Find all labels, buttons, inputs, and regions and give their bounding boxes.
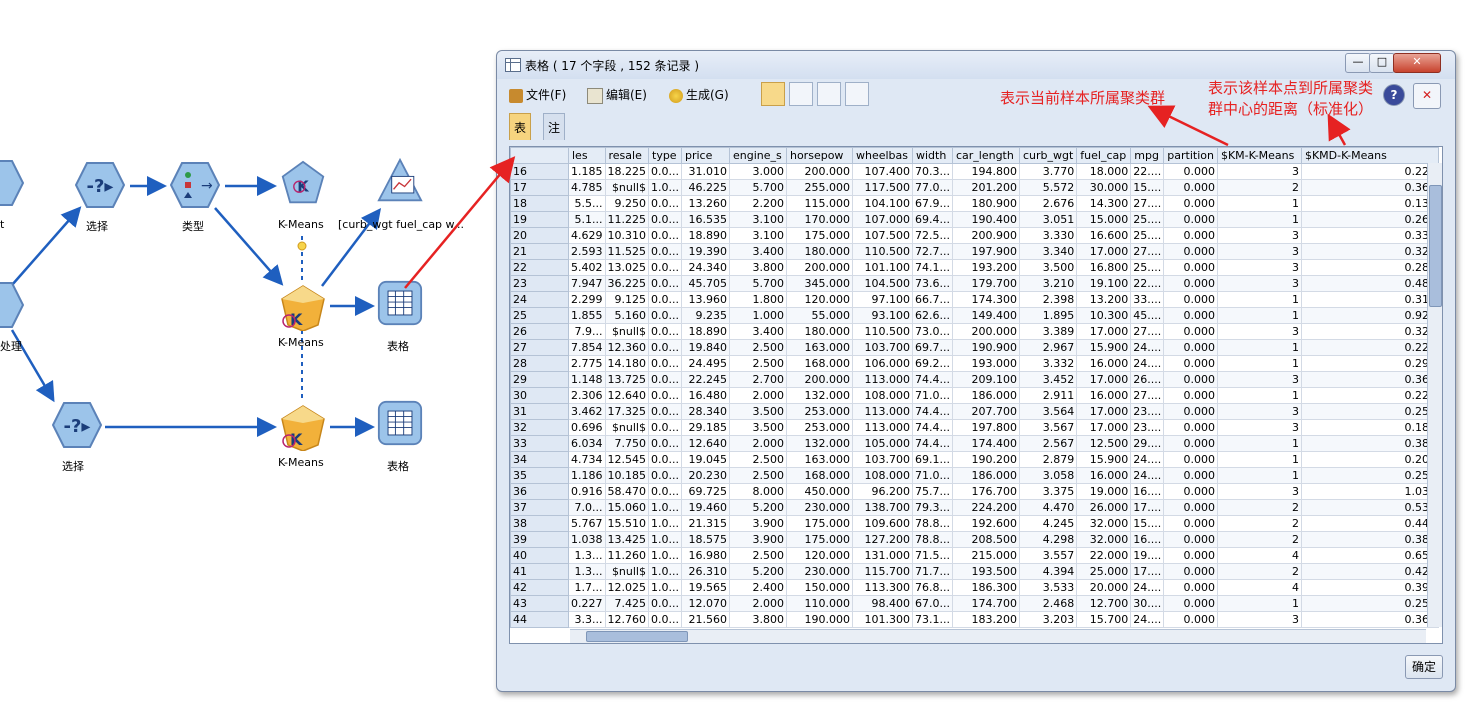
annotation-arrow-distance	[1327, 113, 1351, 146]
annotation-distance-line1: 表示该样本点到所属聚类	[1208, 79, 1374, 97]
annotation-cluster-text: 表示当前样本所属聚类群	[1000, 89, 1166, 107]
annotation-distance-line2: 群中心的距离（标准化）	[1208, 100, 1374, 118]
annotation-arrow-table	[404, 156, 516, 289]
